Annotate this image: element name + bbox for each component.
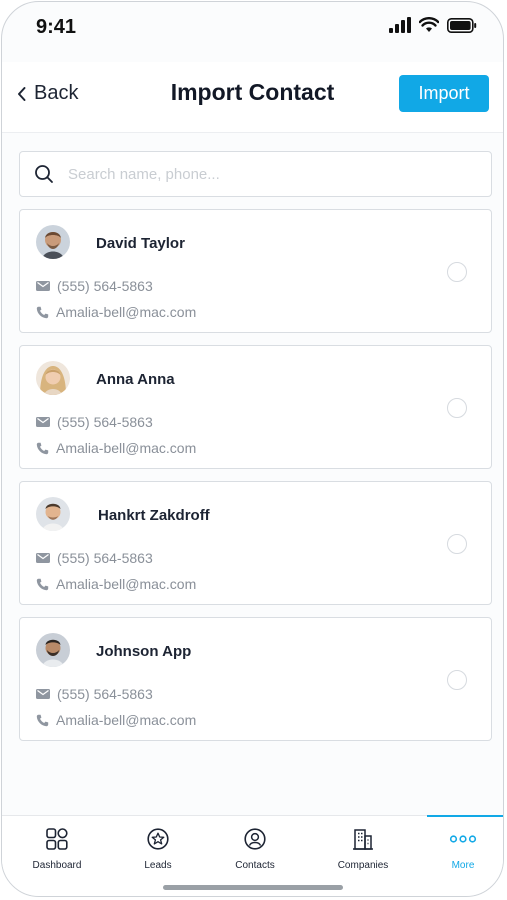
- contact-name: David Taylor: [96, 235, 185, 252]
- contact-circle-icon: [244, 828, 266, 850]
- contact-email: Amalia-bell@mac.com: [56, 712, 197, 728]
- tab-label: Dashboard: [32, 860, 82, 871]
- avatar: [36, 361, 70, 395]
- contact-phone: (555) 564-5863: [57, 278, 153, 294]
- select-radio[interactable]: [447, 534, 467, 554]
- bottom-tab-bar: Dashboard Leads Contacts Companies More: [2, 815, 503, 896]
- contact-card[interactable]: Hankrt Zakdroff (555) 564-5863 Amalia-be…: [19, 481, 492, 605]
- contact-email: Amalia-bell@mac.com: [56, 576, 197, 592]
- contact-phone-row: (555) 564-5863: [36, 278, 153, 294]
- tab-label: Companies: [337, 860, 389, 871]
- contact-name: Johnson App: [96, 643, 192, 660]
- back-button[interactable]: Back: [16, 82, 78, 105]
- contact-email-row: Amalia-bell@mac.com: [36, 712, 196, 728]
- contact-phone: (555) 564-5863: [57, 686, 153, 702]
- tab-label: More: [451, 860, 475, 871]
- contact-card[interactable]: Anna Anna (555) 564-5863 Amalia-bell@mac…: [19, 345, 492, 469]
- avatar: [36, 633, 70, 667]
- status-bar: 9:41: [2, 2, 503, 54]
- contact-phone-row: (555) 564-5863: [36, 414, 153, 430]
- contact-card[interactable]: Johnson App (555) 564-5863 Amalia-bell@m…: [19, 617, 492, 741]
- contact-email-row: Amalia-bell@mac.com: [36, 576, 196, 592]
- contact-card[interactable]: David Taylor (555) 564-5863 Amalia-bell@…: [19, 209, 492, 333]
- back-label: Back: [34, 82, 79, 104]
- mail-icon: [36, 281, 50, 291]
- dashboard-grid-icon: [46, 828, 68, 850]
- tab-companies[interactable]: Companies: [318, 828, 408, 871]
- chevron-left-icon: [18, 86, 26, 101]
- phone-icon: [36, 578, 49, 590]
- building-icon: [353, 829, 373, 850]
- contact-list-area: David Taylor (555) 564-5863 Amalia-bell@…: [19, 151, 492, 741]
- contact-phone-row: (555) 564-5863: [36, 550, 153, 566]
- contact-name: Hankrt Zakdroff: [98, 507, 210, 524]
- contact-email: Amalia-bell@mac.com: [56, 304, 197, 320]
- wifi-icon: [419, 17, 439, 32]
- contact-email-row: Amalia-bell@mac.com: [36, 304, 196, 320]
- signal-icon: [389, 17, 411, 33]
- mail-icon: [36, 689, 50, 699]
- mail-icon: [36, 553, 50, 563]
- contact-phone: (555) 564-5863: [57, 414, 153, 430]
- phone-icon: [36, 306, 49, 318]
- contact-phone-row: (555) 564-5863: [36, 686, 153, 702]
- avatar: [36, 225, 70, 259]
- avatar: [36, 497, 70, 531]
- battery-icon: [447, 17, 477, 33]
- home-indicator: [162, 885, 343, 890]
- status-icons: [389, 17, 477, 33]
- select-radio[interactable]: [447, 670, 467, 690]
- more-dots-icon: [449, 835, 477, 843]
- star-badge-icon: [147, 828, 169, 850]
- search-icon: [35, 165, 53, 183]
- import-button[interactable]: Import: [399, 75, 489, 112]
- tab-label: Contacts: [235, 860, 275, 871]
- status-time: 9:41: [36, 16, 77, 38]
- tab-contacts[interactable]: Contacts: [210, 828, 300, 871]
- contact-phone: (555) 564-5863: [57, 550, 153, 566]
- contact-name: Anna Anna: [96, 371, 175, 388]
- tab-label: Leads: [144, 860, 172, 871]
- phone-icon: [36, 714, 49, 726]
- select-radio[interactable]: [447, 262, 467, 282]
- search-input[interactable]: [66, 164, 450, 184]
- top-bar: Back Import Contact Import: [2, 62, 503, 133]
- tab-more[interactable]: More: [418, 828, 503, 871]
- tab-dashboard[interactable]: Dashboard: [12, 828, 102, 871]
- active-tab-indicator: [427, 815, 503, 817]
- search-box: [19, 151, 492, 197]
- contact-email: Amalia-bell@mac.com: [56, 440, 197, 456]
- contact-email-row: Amalia-bell@mac.com: [36, 440, 196, 456]
- phone-frame: 9:41 Back Import Contact Import Search n…: [1, 1, 504, 897]
- phone-icon: [36, 442, 49, 454]
- mail-icon: [36, 417, 50, 427]
- select-radio[interactable]: [447, 398, 467, 418]
- tab-leads[interactable]: Leads: [113, 828, 203, 871]
